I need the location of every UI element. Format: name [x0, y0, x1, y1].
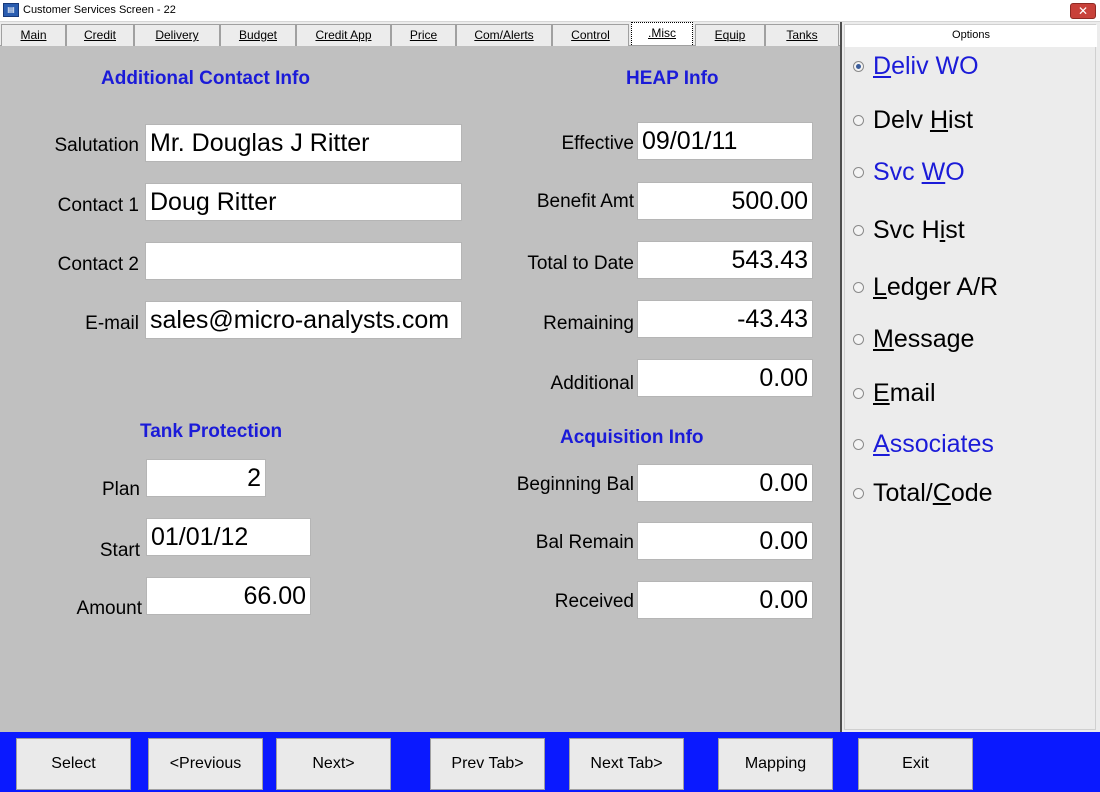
bal-remain-label: Bal Remain: [535, 532, 634, 553]
radio-icon[interactable]: [853, 439, 864, 450]
radio-icon[interactable]: [853, 115, 864, 126]
tab-strip: Main Credit Delivery Budget Credit App P…: [0, 22, 840, 46]
start-date-field[interactable]: 01/01/12: [146, 518, 311, 556]
total-to-date-field[interactable]: 543.43: [637, 241, 813, 279]
button-bar: Select <Previous Next> Prev Tab> Next Ta…: [0, 732, 1100, 792]
received-label: Received: [554, 591, 634, 612]
amount-field[interactable]: 66.00: [146, 577, 311, 615]
radio-icon[interactable]: [853, 225, 864, 236]
tab-delivery[interactable]: Delivery: [134, 24, 220, 46]
plan-field[interactable]: 2: [146, 459, 266, 497]
contact1-label: Contact 1: [57, 195, 139, 216]
select-button[interactable]: Select: [16, 738, 131, 790]
radio-icon[interactable]: [853, 167, 864, 178]
tab-misc[interactable]: .Misc: [631, 22, 693, 45]
radio-icon[interactable]: [853, 488, 864, 499]
remaining-label: Remaining: [543, 313, 634, 334]
mapping-button[interactable]: Mapping: [718, 738, 833, 790]
contact1-field[interactable]: Doug Ritter: [145, 183, 462, 221]
app-icon: ▤: [3, 3, 19, 17]
email-field[interactable]: sales@micro-analysts.com: [145, 301, 462, 339]
prev-tab-button[interactable]: Prev Tab>: [430, 738, 545, 790]
options-list: Options Deliv WO Delv Hist Svc WO Svc Hi…: [844, 24, 1097, 730]
title-bar: ▤ Customer Services Screen - 22 ✕: [0, 0, 1100, 22]
remaining-field[interactable]: -43.43: [637, 300, 813, 338]
contact-section-title: Additional Contact Info: [101, 68, 310, 89]
exit-button[interactable]: Exit: [858, 738, 973, 790]
tab-tanks[interactable]: Tanks: [765, 24, 839, 46]
contact2-field[interactable]: [145, 242, 462, 280]
amount-label: Amount: [76, 598, 142, 619]
received-field[interactable]: 0.00: [637, 581, 813, 619]
acquisition-section-title: Acquisition Info: [560, 427, 704, 448]
option-label: Svc WO: [873, 158, 965, 186]
radio-icon[interactable]: [853, 282, 864, 293]
additional-field[interactable]: 0.00: [637, 359, 813, 397]
tab-equip[interactable]: Equip: [695, 24, 765, 46]
next-tab-button[interactable]: Next Tab>: [569, 738, 684, 790]
options-header: Options: [845, 25, 1097, 47]
effective-date-field[interactable]: 09/01/11: [637, 122, 813, 160]
salutation-label: Salutation: [54, 135, 139, 156]
tank-protection-title: Tank Protection: [140, 421, 283, 442]
beginning-bal-label: Beginning Bal: [516, 474, 634, 495]
tab-com-alerts[interactable]: Com/Alerts: [456, 24, 552, 46]
option-label: Ledger A/R: [873, 273, 999, 301]
option-label: Total/Code: [873, 479, 993, 507]
contact2-label: Contact 2: [57, 254, 139, 275]
options-panel: Options Deliv WO Delv Hist Svc WO Svc Hi…: [840, 22, 1100, 732]
heap-section-title: HEAP Info: [626, 68, 719, 89]
email-label: E-mail: [85, 313, 139, 334]
misc-form-panel: Additional Contact Info Salutation Mr. D…: [0, 46, 840, 732]
previous-button[interactable]: <Previous: [148, 738, 263, 790]
tab-credit-app[interactable]: Credit App: [296, 24, 391, 46]
effective-label: Effective: [561, 133, 634, 154]
tab-credit[interactable]: Credit: [66, 24, 134, 46]
option-label: Deliv WO: [873, 52, 979, 80]
beginning-bal-field[interactable]: 0.00: [637, 464, 813, 502]
window-title: Customer Services Screen - 22: [23, 4, 176, 16]
option-label: Email: [873, 379, 936, 407]
option-label: Associates: [873, 430, 994, 458]
next-button[interactable]: Next>: [276, 738, 391, 790]
additional-label: Additional: [550, 373, 634, 394]
option-label: Delv Hist: [873, 106, 974, 134]
benefit-amt-field[interactable]: 500.00: [637, 182, 813, 220]
benefit-amt-label: Benefit Amt: [536, 191, 634, 212]
tab-price[interactable]: Price: [391, 24, 456, 46]
bal-remain-field[interactable]: 0.00: [637, 522, 813, 560]
radio-selected-icon[interactable]: [853, 61, 864, 72]
tab-control[interactable]: Control: [552, 24, 629, 46]
salutation-field[interactable]: Mr. Douglas J Ritter: [145, 124, 462, 162]
plan-label: Plan: [101, 479, 140, 500]
total-to-date-label: Total to Date: [527, 253, 634, 274]
start-label: Start: [99, 540, 140, 561]
tab-budget[interactable]: Budget: [220, 24, 296, 46]
radio-icon[interactable]: [853, 334, 864, 345]
tab-main[interactable]: Main: [1, 24, 66, 46]
option-label: Message: [873, 325, 975, 353]
radio-icon[interactable]: [853, 388, 864, 399]
option-label: Svc Hist: [873, 216, 965, 244]
close-window-button[interactable]: ✕: [1070, 3, 1096, 19]
